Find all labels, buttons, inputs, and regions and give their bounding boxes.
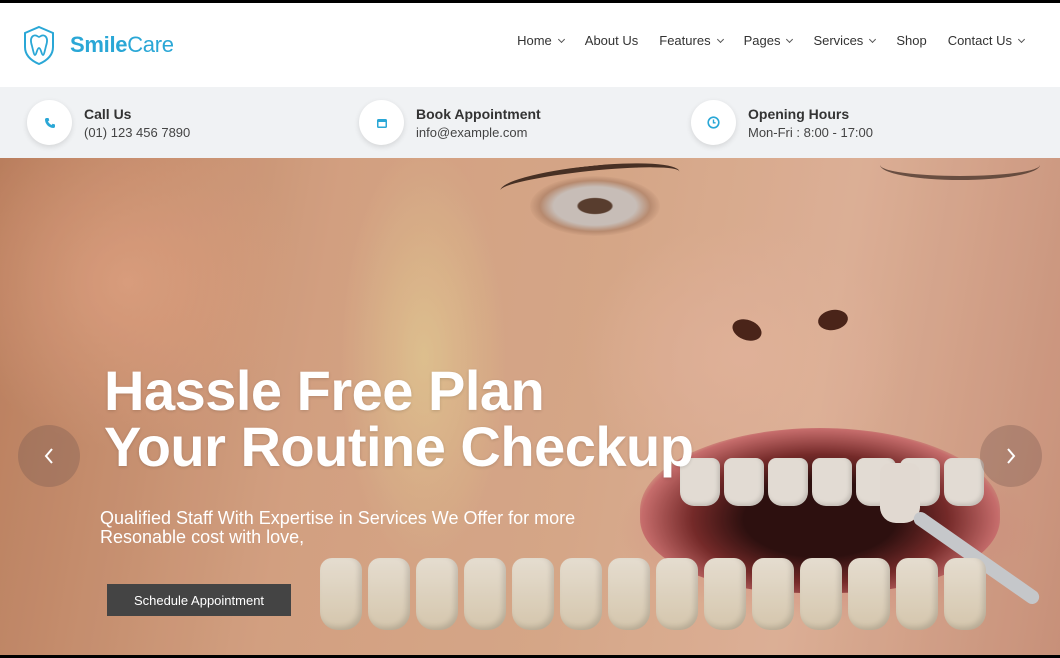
logo[interactable]: SmileCare	[22, 25, 174, 65]
brand-name-light: Care	[127, 32, 174, 57]
brand-name: SmileCare	[70, 32, 174, 58]
nav-label: Shop	[896, 33, 927, 48]
main-nav: Home About Us Features Pages Services Sh…	[517, 33, 1026, 48]
info-appointment-title: Book Appointment	[416, 105, 541, 122]
info-call: Call Us (01) 123 456 7890	[27, 100, 190, 145]
nav-item-shop[interactable]: Shop	[896, 33, 926, 48]
hero-subtitle: Qualified Staff With Expertise in Servic…	[100, 509, 660, 547]
info-call-value[interactable]: (01) 123 456 7890	[84, 125, 190, 140]
schedule-appointment-button[interactable]: Schedule Appointment	[107, 584, 291, 616]
nav-item-pages[interactable]: Pages	[743, 33, 794, 48]
nav-label: Contact Us	[947, 33, 1012, 48]
info-appointment: Book Appointment info@example.com	[359, 100, 541, 145]
info-hours-title: Opening Hours	[748, 105, 850, 122]
info-appointment-value[interactable]: info@example.com	[416, 125, 541, 140]
nav-item-contact-us[interactable]: Contact Us	[947, 33, 1026, 48]
nav-item-features[interactable]: Features	[659, 33, 724, 48]
hero-subtitle-line-2: Resonable cost with love,	[100, 527, 305, 547]
hero-title: Hassle Free Plan Your Routine Checkup	[104, 363, 694, 478]
slider-next-button[interactable]	[980, 425, 1042, 487]
tooth-logo-icon	[24, 25, 54, 65]
nav-label: Pages	[743, 33, 781, 48]
info-call-title: Call Us	[84, 105, 132, 122]
chevron-left-icon	[44, 448, 53, 464]
hero-slider: Hassle Free Plan Your Routine Checkup Qu…	[0, 158, 1060, 655]
info-bar: Call Us (01) 123 456 7890 Book Appointme…	[0, 87, 1060, 158]
nav-label: Services	[813, 33, 864, 48]
hero-title-line-2: Your Routine Checkup	[104, 415, 694, 478]
nav-label: Home	[517, 33, 552, 48]
clock-icon	[691, 100, 736, 145]
chevron-right-icon	[1007, 448, 1016, 464]
info-appointment-text: Book Appointment info@example.com	[416, 106, 541, 140]
chevron-down-icon	[716, 35, 724, 43]
phone-icon	[27, 100, 72, 145]
nav-label: About Us	[584, 33, 639, 48]
calendar-icon	[359, 100, 404, 145]
chevron-down-icon	[869, 35, 877, 43]
info-hours-value: Mon-Fri : 8:00 - 17:00	[748, 124, 873, 140]
chevron-down-icon	[557, 35, 565, 43]
slider-prev-button[interactable]	[18, 425, 80, 487]
nav-item-services[interactable]: Services	[813, 33, 877, 48]
hero-subtitle-line-1: Qualified Staff With Expertise in Servic…	[100, 508, 576, 528]
chevron-down-icon	[1017, 35, 1026, 43]
brand-name-bold: Smile	[70, 32, 128, 57]
nav-item-about-us[interactable]: About Us	[585, 33, 638, 48]
info-hours: Opening Hours Mon-Fri : 8:00 - 17:00	[691, 100, 873, 145]
nav-item-home[interactable]: Home	[517, 33, 565, 48]
site-header: SmileCare Home About Us Features Pages S…	[0, 3, 1060, 87]
nav-label: Features	[659, 33, 711, 48]
info-call-text: Call Us (01) 123 456 7890	[84, 106, 190, 140]
chevron-down-icon	[786, 35, 794, 43]
info-hours-text: Opening Hours Mon-Fri : 8:00 - 17:00	[748, 106, 873, 140]
hero-title-line-1: Hassle Free Plan	[104, 359, 545, 422]
page: SmileCare Home About Us Features Pages S…	[0, 3, 1060, 655]
